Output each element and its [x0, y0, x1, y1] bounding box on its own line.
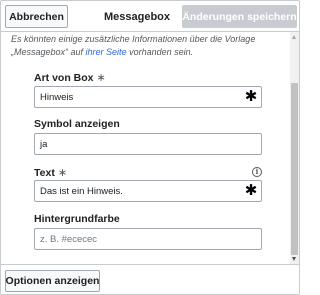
- cancel-button[interactable]: Abbrechen: [5, 5, 68, 28]
- required-marker: ∗: [96, 72, 106, 84]
- show-symbol-label: Symbol anzeigen: [34, 118, 120, 130]
- dialog-footer: Optionen anzeigen: [1, 264, 299, 294]
- box-type-label: Art von Box ∗: [34, 72, 106, 84]
- dialog-header: Abbrechen Messagebox Änderungen speicher…: [1, 1, 299, 32]
- dialog-title: Messagebox: [103, 10, 171, 23]
- text-label: Text ∗: [34, 167, 68, 179]
- save-changes-button[interactable]: Änderungen speichern: [182, 5, 297, 28]
- template-dialog: Abbrechen Messagebox Änderungen speicher…: [0, 0, 300, 295]
- asterisk-icon: ✱: [244, 182, 258, 199]
- notice-text-end: vorhanden sein.: [126, 47, 194, 57]
- template-notice: Es könnten einige zusätzliche Informatio…: [11, 33, 287, 59]
- scroll-down-arrow-icon[interactable]: [292, 257, 296, 261]
- show-options-button[interactable]: Optionen anzeigen: [5, 270, 100, 292]
- text-value: Das ist ein Hinweis.: [40, 185, 123, 197]
- scrollbar-thumb[interactable]: [291, 83, 298, 255]
- asterisk-icon: ✱: [244, 88, 258, 105]
- show-symbol-value: ja: [40, 138, 48, 150]
- box-type-input[interactable]: Hinweis ✱: [34, 86, 262, 108]
- dialog-body[interactable]: Es könnten einige zusätzliche Informatio…: [1, 32, 299, 264]
- background-color-label: Hintergrundfarbe: [34, 213, 120, 225]
- background-color-placeholder: z. B. #ececec: [40, 233, 98, 245]
- vertical-scrollbar[interactable]: [290, 32, 299, 264]
- scroll-up-arrow-icon[interactable]: [292, 35, 296, 39]
- show-symbol-input[interactable]: ja: [34, 133, 262, 155]
- template-page-link[interactable]: ihrer Seite: [86, 47, 127, 57]
- required-marker: ∗: [57, 167, 68, 179]
- text-input[interactable]: Das ist ein Hinweis. ✱: [34, 180, 262, 202]
- background-color-input[interactable]: z. B. #ececec: [34, 228, 262, 250]
- box-type-value: Hinweis: [40, 91, 74, 103]
- info-icon[interactable]: i: [252, 167, 262, 177]
